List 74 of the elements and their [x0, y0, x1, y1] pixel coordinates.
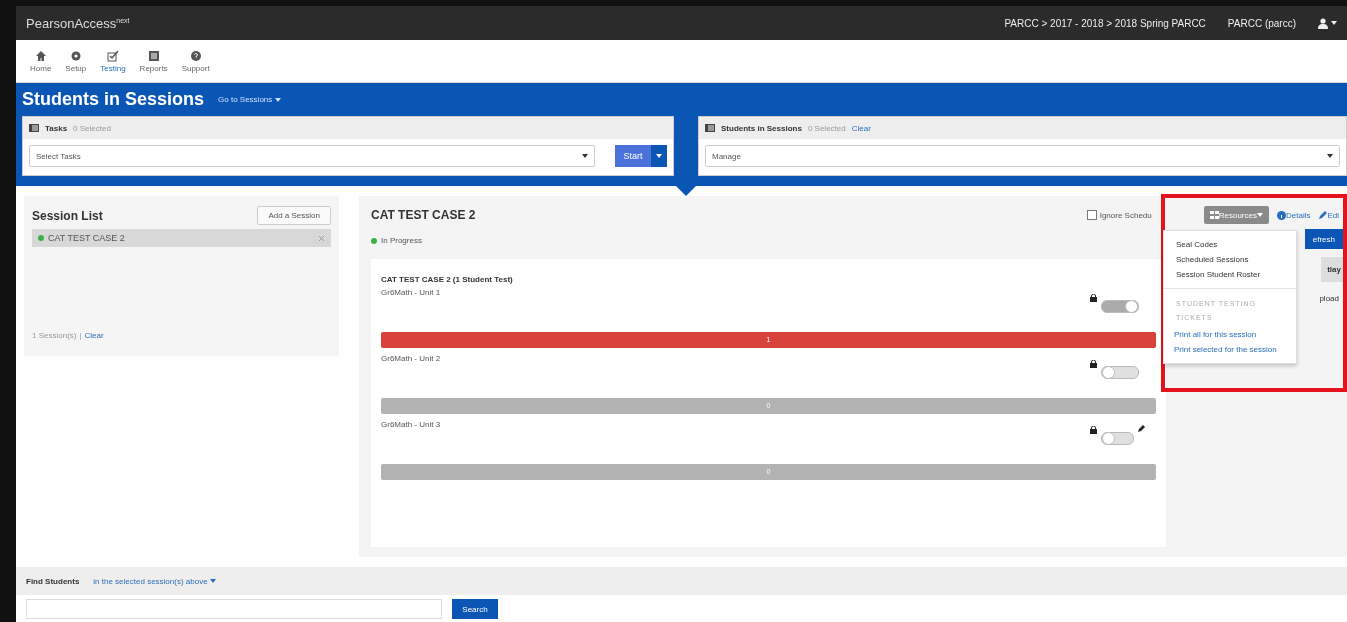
- start-button[interactable]: Start: [615, 145, 651, 167]
- toggle-switch[interactable]: [1101, 300, 1139, 313]
- lock-icon: [1090, 360, 1097, 368]
- refresh-button[interactable]: efresh: [1304, 229, 1343, 249]
- status-dot: [371, 237, 377, 244]
- section-title: Session List: [32, 208, 103, 223]
- caret-icon: [209, 579, 216, 584]
- edit-link[interactable]: Edi: [1318, 210, 1339, 220]
- list-icon: [147, 49, 160, 62]
- unit-name: Gr6Math - Unit 2: [381, 354, 441, 365]
- nav-item[interactable]: Home: [30, 49, 52, 73]
- menu-item[interactable]: Print selected for the session: [1164, 342, 1296, 357]
- nav-item[interactable]: Testing: [100, 49, 126, 73]
- search-field[interactable]: [26, 599, 442, 619]
- status-text: In Progress: [381, 236, 422, 245]
- info-icon: [1277, 210, 1286, 220]
- checkbox[interactable]: [1086, 210, 1097, 220]
- card-title: CAT TEST CASE 2 (1 Student Test): [381, 275, 514, 284]
- caret-icon: [582, 154, 588, 158]
- panel-title: Tasks: [45, 123, 68, 133]
- unit-name: Gr6Math - Unit 3: [381, 420, 441, 431]
- settings-icon: [69, 49, 82, 62]
- menu-item[interactable]: Print all for this session: [1164, 327, 1296, 342]
- panel-title: Students in Sessions: [721, 123, 802, 133]
- menu-item[interactable]: Session Student Roster: [1164, 267, 1296, 282]
- user-menu-button[interactable]: [1318, 17, 1337, 29]
- list-icon: [705, 124, 715, 132]
- caret-icon: [656, 154, 662, 158]
- nav-item[interactable]: Support: [181, 49, 210, 73]
- clear-link[interactable]: Clear: [84, 331, 104, 340]
- clear-link[interactable]: Clear: [851, 123, 871, 133]
- breadcrumb[interactable]: PARCC > 2017 - 2018 > 2018 Spring PARCC: [1004, 17, 1206, 29]
- details-link[interactable]: Details: [1277, 210, 1311, 220]
- section-title: Find Students: [26, 576, 80, 586]
- list-icon: [29, 124, 39, 132]
- pencil-icon: [1318, 210, 1328, 220]
- start-dropdown-button[interactable]: [651, 145, 667, 167]
- unit-name: Gr6Math - Unit 1: [381, 288, 441, 299]
- page-title: Students in Sessions: [22, 89, 205, 110]
- caret-icon: [1331, 21, 1337, 25]
- separator: |: [79, 331, 82, 340]
- nav-item[interactable]: Reports: [139, 49, 168, 73]
- checkbox-label: Ignore Schedu: [1099, 210, 1152, 220]
- menu-item[interactable]: Scheduled Sessions: [1164, 252, 1296, 267]
- lock-icon: [1090, 294, 1097, 302]
- upload-text: pload: [1319, 294, 1339, 303]
- select-field[interactable]: Manage: [705, 145, 1340, 167]
- scope-dropdown-link[interactable]: in the selected session(s) above: [93, 576, 216, 586]
- session-item[interactable]: CAT TEST CASE 2: [32, 229, 331, 247]
- user-icon: [1318, 17, 1328, 29]
- menu-item[interactable]: Seal Codes: [1164, 237, 1296, 252]
- toggle-switch[interactable]: [1101, 432, 1134, 445]
- brand-logo: PearsonAccess$^{next}$: [26, 15, 130, 31]
- session-title: CAT TEST CASE 2: [371, 208, 476, 222]
- home-icon: [34, 49, 47, 62]
- grid-icon: [1209, 211, 1219, 219]
- toggle-switch[interactable]: [1101, 366, 1139, 379]
- nav-item[interactable]: Setup: [65, 49, 87, 73]
- caret-icon: [1257, 213, 1263, 217]
- lock-icon: [1090, 426, 1097, 434]
- search-button[interactable]: Search: [452, 599, 498, 619]
- caret-icon: [1327, 154, 1333, 158]
- session-count: 1 Session(s): [32, 331, 77, 340]
- selected-count: 0 Selected: [807, 123, 846, 133]
- sessions-dropdown-link[interactable]: Go to Sessions: [218, 95, 281, 104]
- account-name[interactable]: PARCC (parcc): [1227, 17, 1296, 29]
- checkbox-icon: [106, 49, 119, 62]
- resources-button[interactable]: Resources: [1203, 206, 1269, 224]
- select-field[interactable]: Select Tasks: [29, 145, 595, 167]
- close-icon: [318, 234, 325, 242]
- add-session-button[interactable]: Add a Session: [257, 206, 331, 225]
- caret-icon: [274, 97, 281, 102]
- selected-count: 0 Selected: [73, 123, 111, 133]
- help-icon: [189, 49, 202, 62]
